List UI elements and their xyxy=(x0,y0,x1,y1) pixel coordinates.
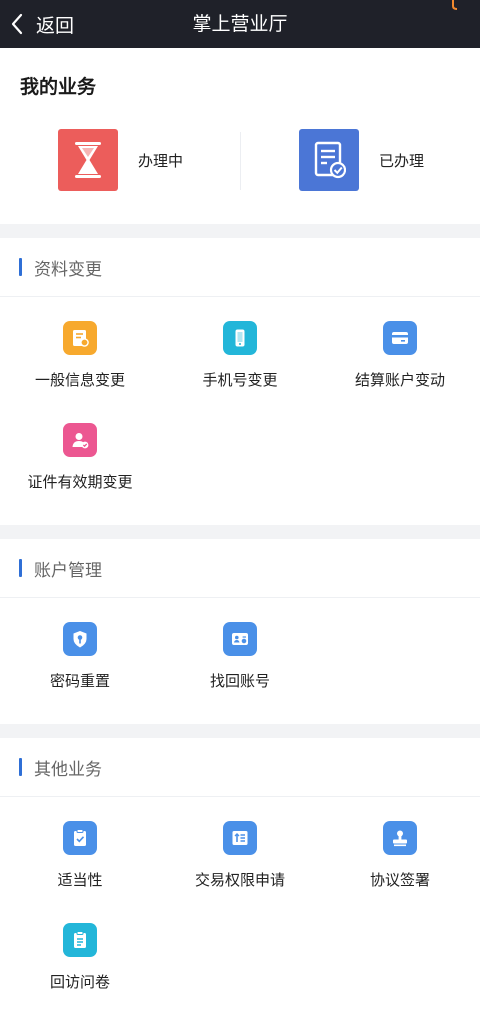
item-label: 适当性 xyxy=(57,871,103,889)
section-accent-bar xyxy=(19,758,22,776)
chevron-left-icon xyxy=(10,13,24,35)
item-label: 手机号变更 xyxy=(202,371,278,389)
section-title: 账户管理 xyxy=(34,560,102,581)
item-label: 结算账户变动 xyxy=(354,371,445,389)
item-label: 协议签署 xyxy=(369,871,430,889)
general-info-change-item[interactable]: 一般信息变更 xyxy=(0,321,160,423)
mobile-phone-icon xyxy=(223,321,257,355)
follow-up-survey-item[interactable]: 回访问卷 xyxy=(0,923,160,1025)
id-validity-change-item[interactable]: 证件有效期变更 xyxy=(0,423,160,525)
divider xyxy=(240,132,241,190)
item-label: 证件有效期变更 xyxy=(27,473,133,491)
survey-icon xyxy=(63,923,97,957)
item-label: 回访问卷 xyxy=(49,973,110,991)
my-business-card: 我的业务 办理中 已办理 xyxy=(0,48,480,224)
other-business-section: 其他业务 适当性 交易权限申请 协议签署 回访问卷 xyxy=(0,738,480,1025)
section-header: 账户管理 xyxy=(0,539,480,598)
section-title: 资料变更 xyxy=(34,259,102,280)
clipboard-check-icon xyxy=(63,821,97,855)
account-management-section: 账户管理 密码重置 找回账号 xyxy=(0,539,480,724)
item-label: 找回账号 xyxy=(209,672,270,690)
trading-permission-item[interactable]: 交易权限申请 xyxy=(160,821,320,923)
section-accent-bar xyxy=(19,258,22,276)
back-label: 返回 xyxy=(36,14,75,37)
document-check-icon xyxy=(299,129,359,191)
agreement-signing-item[interactable]: 协议签署 xyxy=(320,821,480,923)
shield-key-icon xyxy=(63,622,97,656)
profile-change-section: 资料变更 一般信息变更 手机号变更 结算账户变动 证件有效期变更 xyxy=(0,238,480,525)
password-reset-item[interactable]: 密码重置 xyxy=(0,622,160,724)
section-title: 其他业务 xyxy=(34,759,102,780)
section-header: 资料变更 xyxy=(0,238,480,297)
item-label: 密码重置 xyxy=(49,672,110,690)
user-check-icon xyxy=(63,423,97,457)
permission-list-icon xyxy=(223,821,257,855)
back-button[interactable]: 返回 xyxy=(10,0,74,48)
top-navigation-bar: 返回 掌上营业厅 xyxy=(0,0,480,48)
card-icon xyxy=(383,321,417,355)
completed-label: 已办理 xyxy=(379,151,425,170)
document-edit-icon xyxy=(63,321,97,355)
recover-account-item[interactable]: 找回账号 xyxy=(160,622,320,724)
in-progress-button[interactable]: 办理中 xyxy=(58,129,183,191)
phone-number-change-item[interactable]: 手机号变更 xyxy=(160,321,320,423)
completed-button[interactable]: 已办理 xyxy=(299,129,424,191)
status-indicator-icon xyxy=(452,0,458,10)
item-label: 交易权限申请 xyxy=(194,871,285,889)
section-header: 其他业务 xyxy=(0,738,480,797)
stamp-icon xyxy=(383,821,417,855)
item-label: 一般信息变更 xyxy=(34,371,125,389)
settlement-account-change-item[interactable]: 结算账户变动 xyxy=(320,321,480,423)
in-progress-label: 办理中 xyxy=(138,151,184,170)
hourglass-icon xyxy=(58,129,118,191)
my-business-title: 我的业务 xyxy=(20,76,97,98)
section-accent-bar xyxy=(19,559,22,577)
id-card-icon xyxy=(223,622,257,656)
suitability-item[interactable]: 适当性 xyxy=(0,821,160,923)
